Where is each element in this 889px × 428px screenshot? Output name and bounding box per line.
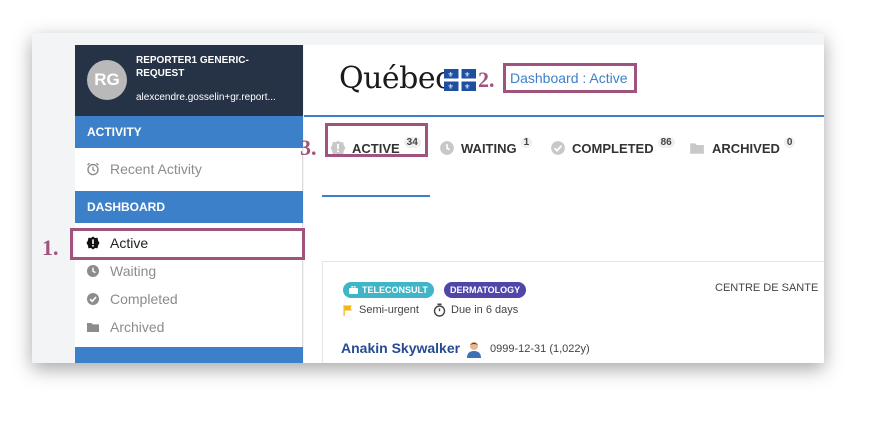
svg-text:⚜: ⚜	[464, 83, 470, 91]
dermatology-badge: DERMATOLOGY	[444, 282, 527, 298]
organization-name: CENTRE DE SANTE	[715, 282, 819, 294]
tab-count: 0	[783, 136, 796, 148]
sidebar-item-active[interactable]: Active	[75, 229, 303, 257]
folder-icon	[690, 143, 704, 154]
patient-dob: 0999-12-31 (1,022y)	[490, 343, 590, 355]
alert-badge-icon	[86, 236, 100, 250]
stopwatch-icon	[433, 303, 446, 317]
user-name: REPORTER1 GENERIC-REQUEST	[136, 55, 249, 79]
quebec-logo-text: Québec	[339, 61, 452, 96]
tab-label: WAITING	[461, 140, 517, 156]
tab-count: 34	[403, 136, 421, 148]
tab-waiting[interactable]: WAITING 1	[439, 134, 533, 162]
tab-label: ARCHIVED	[712, 140, 780, 156]
sidebar-item-waiting[interactable]: Waiting	[75, 257, 303, 285]
sidebar-item-label: Recent Activity	[110, 161, 202, 177]
check-circle-icon	[551, 141, 565, 155]
svg-text:⚜: ⚜	[448, 83, 454, 91]
svg-text:⚜: ⚜	[464, 71, 470, 79]
tab-count: 1	[520, 136, 533, 148]
request-list: TELECONSULT DERMATOLOGY CENTRE DE SANTE …	[304, 197, 824, 363]
annotation-marker-2: 2.	[478, 67, 495, 92]
request-card[interactable]: TELECONSULT DERMATOLOGY CENTRE DE SANTE …	[322, 261, 824, 363]
tab-label: ACTIVE	[352, 140, 400, 156]
patient-name-link[interactable]: Anakin Skywalker	[341, 340, 460, 356]
activity-header: ACTIVITY	[75, 116, 303, 148]
tab-archived[interactable]: ARCHIVED 0	[688, 134, 796, 162]
sidebar-next-section	[75, 347, 303, 363]
sidebar-item-label: Waiting	[110, 263, 157, 279]
tab-label: COMPLETED	[572, 140, 654, 156]
user-email: alexcendre.gosselin+gr.report...	[136, 92, 276, 103]
patient-avatar-icon	[467, 342, 481, 358]
alert-badge-icon	[330, 140, 346, 156]
urgency-level: Semi-urgent	[343, 304, 419, 316]
tab-count: 86	[657, 136, 675, 148]
sidebar-item-label: Completed	[110, 291, 178, 307]
folder-icon	[87, 323, 99, 332]
tab-active[interactable]: ACTIVE 34	[330, 134, 421, 162]
clock-icon	[440, 141, 454, 155]
user-profile[interactable]: RG REPORTER1 GENERIC-REQUEST alexcendre.…	[75, 45, 303, 116]
quebec-flag-icon: ⚜ ⚜ ⚜ ⚜	[444, 69, 476, 91]
briefcase-icon	[349, 286, 358, 294]
status-tabs: ACTIVE 34 WAITING 1 COMPLETED 86 ARCHIVE…	[304, 118, 824, 170]
main-panel: Québec ⚜ ⚜ ⚜ ⚜ Dashboard : Active ACTIVE	[304, 45, 824, 363]
sidebar-item-archived[interactable]: Archived	[75, 313, 303, 341]
sidebar-item-label: Active	[110, 235, 149, 251]
avatar: RG	[87, 60, 127, 100]
due-label: Due in 6 days	[451, 304, 519, 316]
svg-text:⚜: ⚜	[448, 71, 454, 79]
annotation-marker-3: 3.	[300, 135, 317, 160]
sidebar-item-label: Archived	[110, 319, 165, 335]
screenshot-frame: RG REPORTER1 GENERIC-REQUEST alexcendre.…	[32, 33, 824, 363]
sidebar: RG REPORTER1 GENERIC-REQUEST alexcendre.…	[75, 45, 303, 363]
alarm-clock-icon	[87, 162, 99, 176]
flag-icon	[343, 304, 352, 316]
sidebar-item-recent-activity[interactable]: Recent Activity	[75, 155, 303, 183]
due-date: Due in 6 days	[433, 303, 518, 317]
dashboard-header: DASHBOARD	[75, 191, 303, 223]
annotation-marker-1: 1.	[42, 235, 59, 260]
top-bar: Québec ⚜ ⚜ ⚜ ⚜ Dashboard : Active	[304, 45, 824, 117]
teleconsult-badge: TELECONSULT	[343, 282, 434, 298]
badge-label: TELECONSULT	[362, 285, 428, 295]
breadcrumb[interactable]: Dashboard : Active	[510, 70, 628, 86]
check-circle-icon	[87, 293, 99, 305]
clock-icon	[87, 265, 99, 277]
urgency-label: Semi-urgent	[359, 304, 419, 316]
tab-completed[interactable]: COMPLETED 86	[550, 134, 675, 162]
sidebar-item-completed[interactable]: Completed	[75, 285, 303, 313]
